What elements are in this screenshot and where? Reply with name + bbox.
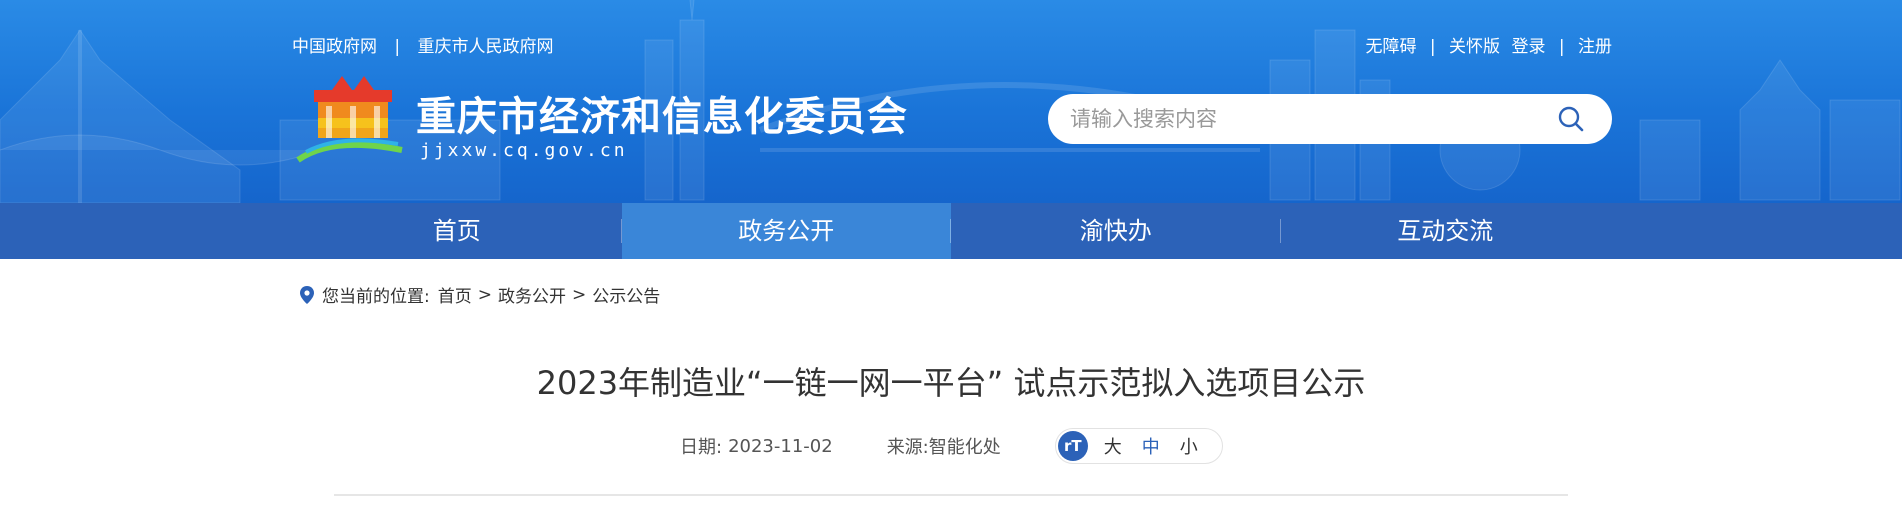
- accessibility-link[interactable]: 无障碍: [1366, 37, 1417, 57]
- site-domain: jjxxw.cq.gov.cn: [420, 140, 628, 161]
- committee-logo[interactable]: [292, 76, 408, 166]
- city-skyline-illustration: [0, 0, 1901, 203]
- nav-item-yukuaiban[interactable]: 渝快办: [951, 203, 1281, 259]
- breadcrumb-announcements[interactable]: 公示公告: [592, 282, 660, 307]
- search-input[interactable]: [1070, 94, 1550, 144]
- breadcrumb-arrow: >: [571, 284, 587, 305]
- article-meta: 日期: 2023-11-02 来源: 智能化处 rT 大 中 小: [680, 428, 1223, 464]
- separator: |: [1558, 37, 1565, 57]
- breadcrumb-gov-affairs[interactable]: 政务公开: [498, 282, 566, 307]
- font-size-small[interactable]: 小: [1180, 433, 1198, 459]
- care-mode-link[interactable]: 关怀版: [1449, 37, 1500, 57]
- breadcrumb-arrow: >: [477, 284, 492, 305]
- article-date: 2023-11-02: [728, 435, 833, 457]
- top-links: 中国政府网 | 重庆市人民政府网: [292, 32, 554, 57]
- header-banner: 中国政府网 | 重庆市人民政府网 无障碍 | 关怀版 登录 | 注册 重庆市经济…: [0, 0, 1902, 203]
- font-size-control: rT 大 中 小: [1054, 428, 1223, 464]
- nav-item-interaction[interactable]: 互动交流: [1281, 203, 1611, 259]
- site-title: 重庆市经济和信息化委员会: [416, 94, 908, 140]
- font-size-large[interactable]: 大: [1104, 433, 1122, 459]
- nav-item-gov-affairs[interactable]: 政务公开: [621, 203, 951, 259]
- divider-line: [334, 494, 1568, 496]
- breadcrumb-home[interactable]: 首页: [438, 282, 472, 307]
- link-cq-gov[interactable]: 重庆市人民政府网: [418, 32, 554, 57]
- login-link[interactable]: 登录: [1511, 37, 1545, 57]
- search-box: [1048, 94, 1612, 144]
- link-gov-cn[interactable]: 中国政府网: [292, 32, 377, 57]
- font-size-medium[interactable]: 中: [1142, 433, 1160, 459]
- article-source: 智能化处: [928, 437, 1001, 458]
- separator: |: [394, 37, 401, 57]
- article-title: 2023年制造业“一链一网一平台” 试点示范拟入选项目公示: [536, 364, 1366, 402]
- separator: |: [1429, 37, 1436, 57]
- account-links: 无障碍 | 关怀版 登录 | 注册: [1366, 32, 1613, 57]
- font-size-icon: rT: [1057, 431, 1088, 461]
- nav-item-home[interactable]: 首页: [292, 203, 622, 259]
- register-link[interactable]: 注册: [1578, 37, 1612, 57]
- date-label: 日期:: [680, 437, 723, 458]
- location-pin-icon: [300, 285, 314, 304]
- source-label: 来源:: [886, 437, 929, 458]
- search-icon[interactable]: [1558, 106, 1584, 132]
- main-nav: 首页 政务公开 渝快办 互动交流: [0, 203, 1902, 259]
- breadcrumb: 您当前的位置: 首页 > 政务公开 > 公示公告: [300, 282, 660, 307]
- breadcrumb-prefix: 您当前的位置:: [322, 287, 430, 307]
